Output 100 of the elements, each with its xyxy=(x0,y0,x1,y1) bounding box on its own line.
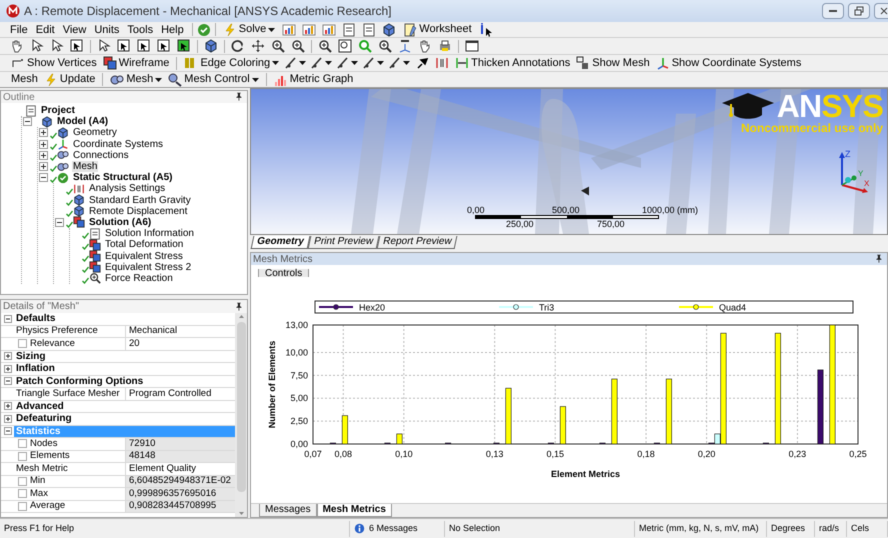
tree-item[interactable]: Remote Displacement xyxy=(88,206,188,217)
tree-item[interactable]: Project xyxy=(40,105,76,116)
chart-icon[interactable] xyxy=(322,22,336,36)
thicken-icon[interactable] xyxy=(455,56,470,70)
toolbar-button[interactable]: Show Vertices xyxy=(8,56,100,70)
expand-icon[interactable] xyxy=(39,150,48,160)
toolbar-button[interactable]: Show Mesh xyxy=(573,56,653,70)
vertices-icon[interactable] xyxy=(11,56,25,70)
status-text[interactable]: 6 Messages xyxy=(369,522,418,536)
expand-icon[interactable] xyxy=(4,414,12,423)
caret-icon[interactable] xyxy=(403,61,410,65)
document-icon[interactable] xyxy=(362,22,376,36)
toolbar-button[interactable]: Metric Graph xyxy=(270,72,356,87)
bracket-icon[interactable] xyxy=(435,56,450,70)
select-icon[interactable] xyxy=(177,39,191,53)
tree-item[interactable]: Equivalent Stress xyxy=(104,250,184,262)
caret-icon[interactable] xyxy=(272,61,280,65)
select-icon[interactable] xyxy=(157,39,171,53)
minimize-button[interactable] xyxy=(822,3,844,19)
chart-icon[interactable] xyxy=(302,22,316,36)
pan-icon[interactable] xyxy=(251,39,265,53)
tree-item[interactable]: Analysis Settings xyxy=(88,183,166,194)
tree-item[interactable]: Total Deformation xyxy=(104,239,184,250)
chart-icon[interactable] xyxy=(282,22,296,36)
expand-icon[interactable] xyxy=(39,128,48,138)
mesh-control-icon[interactable] xyxy=(168,72,182,86)
caret-icon[interactable] xyxy=(351,61,358,65)
toolbar-button[interactable]: Thicken Annotations xyxy=(452,56,574,70)
toolbar-button[interactable]: Mesh xyxy=(8,72,41,87)
wireframe-icon[interactable] xyxy=(102,56,117,70)
checkbox[interactable] xyxy=(18,439,27,448)
toolbar-button[interactable]: Wireframe xyxy=(100,56,172,70)
menu-item[interactable]: File xyxy=(6,22,32,37)
group-header[interactable]: Advanced xyxy=(14,400,235,412)
rotate-icon[interactable] xyxy=(231,39,245,53)
caret-icon[interactable] xyxy=(252,78,259,82)
isometric-icon[interactable] xyxy=(398,39,412,53)
collapse-icon[interactable] xyxy=(4,377,12,386)
tab[interactable]: Print Preview xyxy=(307,236,379,249)
axis-triad-icon[interactable] xyxy=(656,56,670,70)
edge-icon[interactable] xyxy=(388,56,402,70)
select-icon[interactable] xyxy=(137,39,151,53)
cursor-icon[interactable] xyxy=(50,39,64,53)
show-mesh-icon[interactable] xyxy=(576,56,590,70)
caret-icon[interactable] xyxy=(377,61,384,65)
restore-icon[interactable] xyxy=(854,6,864,16)
info-cursor-icon[interactable] xyxy=(478,22,493,36)
checkbox[interactable] xyxy=(18,339,27,348)
select-icon[interactable] xyxy=(70,39,84,53)
tab[interactable]: Report Preview xyxy=(376,236,458,249)
expand-icon[interactable] xyxy=(4,402,12,410)
edge-icon[interactable] xyxy=(336,56,350,70)
caret-icon[interactable] xyxy=(299,61,306,65)
tree-item[interactable]: Solution (A6) xyxy=(88,216,152,228)
tree-item[interactable]: Geometry xyxy=(72,127,118,138)
toolbar-button[interactable]: Update xyxy=(40,72,98,87)
tree-item[interactable]: Model (A4) xyxy=(56,116,110,128)
menu-item[interactable]: Edit xyxy=(32,22,59,37)
close-icon[interactable] xyxy=(880,7,888,15)
cube-icon[interactable] xyxy=(382,22,396,36)
toolbar-button[interactable]: Worksheet xyxy=(400,22,475,37)
expand-icon[interactable] xyxy=(4,364,12,373)
zoom-icon[interactable] xyxy=(318,39,332,53)
collapse-icon[interactable] xyxy=(23,117,32,126)
toolbar-button[interactable]: Mesh Control xyxy=(165,72,262,87)
checkbox[interactable] xyxy=(18,452,27,461)
controls-button[interactable]: Controls xyxy=(258,268,310,277)
cube-icon[interactable] xyxy=(204,39,218,53)
hand-icon[interactable] xyxy=(10,39,24,53)
checkbox[interactable] xyxy=(18,502,27,511)
document-icon[interactable] xyxy=(342,22,356,36)
zoom-box-icon[interactable] xyxy=(338,39,352,53)
edge-icon[interactable] xyxy=(362,56,376,70)
hand-icon[interactable] xyxy=(418,39,432,53)
tab[interactable]: Messages xyxy=(259,504,317,517)
checkbox[interactable] xyxy=(18,489,27,498)
expand-icon[interactable] xyxy=(39,140,48,149)
close-button[interactable] xyxy=(874,3,888,19)
minimize-icon[interactable] xyxy=(828,9,838,13)
scrollbar[interactable] xyxy=(235,313,247,517)
collapse-icon[interactable] xyxy=(4,314,12,323)
check-icon[interactable] xyxy=(196,22,211,36)
caret-icon[interactable] xyxy=(155,78,162,82)
caret-icon[interactable] xyxy=(325,61,332,65)
tab[interactable]: Geometry xyxy=(250,236,310,249)
collapse-icon[interactable] xyxy=(39,173,48,182)
zoom-icon[interactable] xyxy=(271,39,285,53)
edge-icon[interactable] xyxy=(284,56,298,70)
caret-icon[interactable] xyxy=(268,28,276,32)
toolbar-button[interactable]: Show Coordinate Systems xyxy=(652,56,804,70)
zoom-icon[interactable] xyxy=(291,39,305,53)
cursor-icon[interactable] xyxy=(97,39,111,53)
tree-item[interactable]: Static Structural (A5) xyxy=(72,172,174,184)
expand-icon[interactable] xyxy=(4,352,12,360)
tree-item[interactable]: Mesh xyxy=(72,161,98,172)
tab[interactable]: Mesh Metrics xyxy=(316,504,392,517)
select-icon[interactable] xyxy=(117,39,131,53)
toolbar-button[interactable]: Mesh xyxy=(107,72,166,87)
collapse-icon[interactable] xyxy=(4,427,12,436)
expand-icon[interactable] xyxy=(39,162,48,172)
